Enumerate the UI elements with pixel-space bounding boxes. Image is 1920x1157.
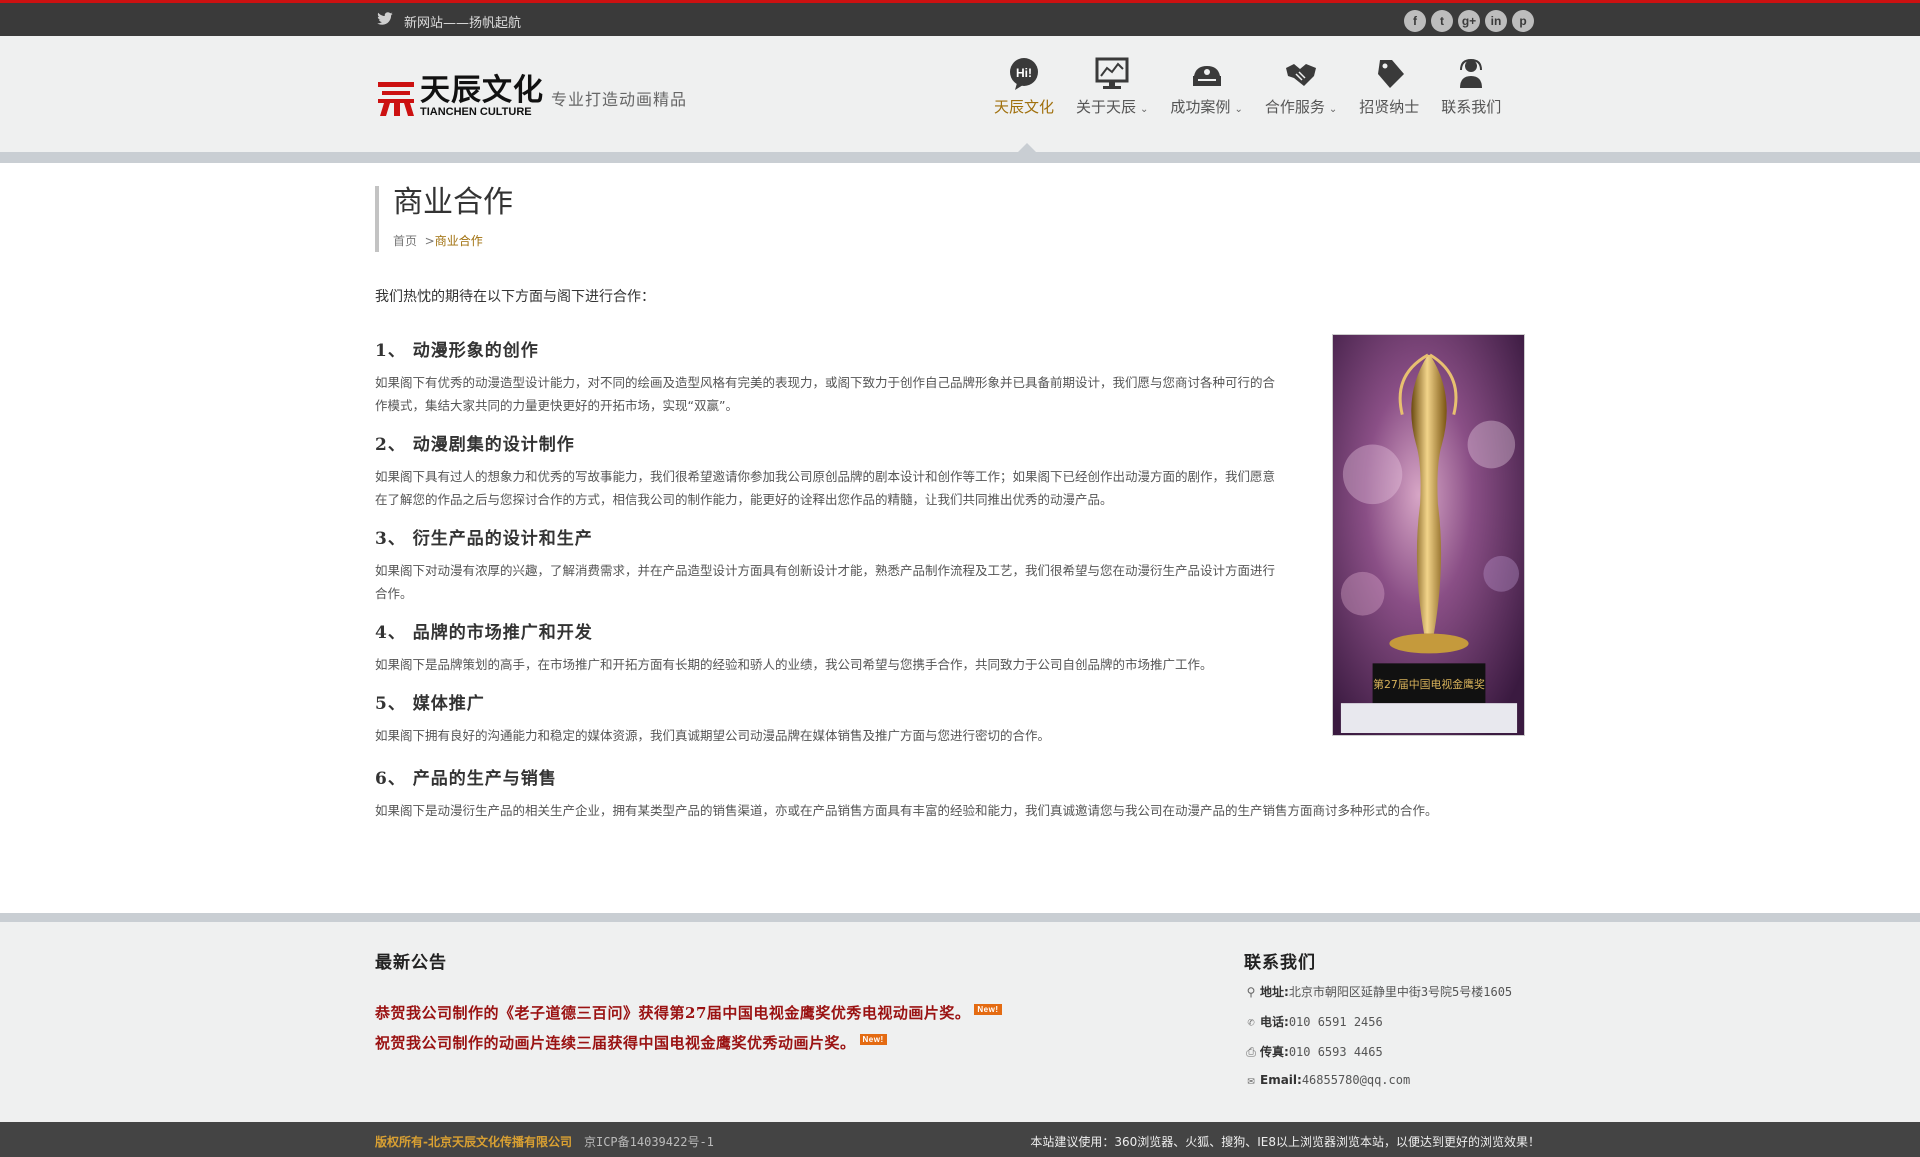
section-heading: 2、 动漫剧集的设计制作	[375, 435, 575, 455]
intro-text: 我们热忱的期待在以下方面与阁下进行合作：	[375, 289, 655, 305]
section-body: 如果阁下对动漫有浓厚的兴趣，了解消费需求，并在产品造型设计方面具有创新设计才能，…	[375, 563, 1276, 601]
cooperation-section: 2、 动漫剧集的设计制作 如果阁下具有过人的想象力和优秀的写故事能力，我们很希望…	[375, 430, 1287, 511]
section-body: 如果阁下拥有良好的沟通能力和稳定的媒体资源，我们真诚期望公司动漫品牌在媒体销售及…	[375, 728, 1051, 743]
twitter-icon[interactable]: t	[1431, 10, 1453, 32]
google-plus-icon[interactable]: g+	[1458, 10, 1480, 32]
chevron-down-icon: ⌄	[1328, 104, 1338, 115]
cooperation-section: 6、 产品的生产与销售 如果阁下是动漫衍生产品的相关生产企业，拥有某类型产品的销…	[375, 764, 1535, 822]
copyright-bar: 版权所有-北京天辰文化传播有限公司 京ICP备14039422号-1 本站建议使用…	[0, 1122, 1920, 1157]
cooperation-section: 3、 衍生产品的设计和生产 如果阁下对动漫有浓厚的兴趣，了解消费需求，并在产品造…	[375, 524, 1287, 605]
section-heading: 4、 品牌的市场推广和开发	[375, 623, 593, 643]
cooperation-section: 5、 媒体推广 如果阁下拥有良好的沟通能力和稳定的媒体资源，我们真诚期望公司动漫…	[375, 689, 1287, 747]
twitter-icon	[377, 12, 393, 25]
email-link[interactable]: 46855780@qq.com	[1302, 1073, 1410, 1087]
operator-icon	[1460, 58, 1483, 88]
chevron-down-icon: ⌄	[1234, 104, 1243, 115]
section-body: 如果阁下是动漫衍生产品的相关生产企业，拥有某类型产品的销售渠道，亦或在产品销售方…	[375, 803, 1438, 818]
handshake-icon	[1286, 64, 1317, 86]
footer-divider	[0, 913, 1920, 922]
golden-eagle-award-trophy-image: 第27届中国电视金鹰奖	[1332, 334, 1525, 736]
section-body: 如果阁下是品牌策划的高手，在市场推广和开拓方面有长期的经验和骄人的业绩，我公司希…	[375, 657, 1213, 672]
social-links: f t g+ in p	[1404, 10, 1534, 32]
contact-fax: ⎙ 传真:010 6593 4465	[1244, 1043, 1383, 1060]
phone-icon: ✆	[1247, 1015, 1255, 1029]
linkedin-icon[interactable]: in	[1485, 10, 1507, 32]
site-logo[interactable]: 天辰文化 TIANCHEN CULTURE	[376, 76, 544, 118]
news-item[interactable]: 祝贺我公司制作的动画片连续三届获得中国电视金鹰奖优秀动画片奖。 New!	[375, 1032, 887, 1053]
icp-license[interactable]: 京ICP备14039422号-1	[584, 1135, 714, 1149]
section-heading: 1、 动漫形象的创作	[375, 341, 539, 361]
site-footer: 最新公告 恭贺我公司制作的《老子道德三百问》获得第27届中国电视金鹰奖优秀电视动…	[0, 922, 1920, 1122]
copyright-text: 版权所有-北京天辰文化传播有限公司 京ICP备14039422号-1	[375, 1135, 714, 1149]
header-divider	[0, 143, 1920, 163]
page-title: 商业合作	[393, 185, 513, 220]
cooperation-section: 1、 动漫形象的创作 如果阁下有优秀的动漫造型设计能力，对不同的绘画及造型风格有…	[375, 336, 1287, 417]
logo-mark-icon	[378, 82, 414, 116]
breadcrumb-home-link[interactable]: 首页	[393, 234, 417, 248]
nav-item-cases[interactable]: 成功案例 ⌄	[1170, 56, 1243, 117]
section-heading: 3、 衍生产品的设计和生产	[375, 529, 593, 549]
mail-icon: ✉	[1247, 1073, 1255, 1087]
site-header: 天辰文化 TIANCHEN CULTURE 专业打造动画精品 Hi! 天辰文化 …	[0, 36, 1920, 152]
logo-english-name: TIANCHEN CULTURE	[420, 106, 532, 118]
contact-address: ⚲ 地址:北京市朝阳区延静里中街3号院5号楼1605	[1244, 983, 1513, 1000]
pinterest-icon[interactable]: p	[1512, 10, 1534, 32]
breadcrumb: 首页 >商业合作	[393, 232, 513, 249]
nav-item-services[interactable]: 合作服务 ⌄	[1265, 56, 1337, 117]
svg-text:Hi!: Hi!	[1016, 66, 1032, 80]
active-nav-pointer	[1017, 143, 1037, 153]
trophy-caption: 第27届中国电视金鹰奖	[1373, 677, 1485, 691]
news-item[interactable]: 恭贺我公司制作的《老子道德三百问》获得第27届中国电视金鹰奖优秀电视动画片奖。 N…	[375, 1002, 1002, 1023]
monitor-chart-icon	[1095, 57, 1129, 89]
fax-icon: ⎙	[1246, 1045, 1256, 1059]
new-badge: New!	[859, 1034, 887, 1045]
contact-phone: ✆ 电话:010 6591 2456	[1244, 1013, 1382, 1030]
section-heading: 6、 产品的生产与销售	[375, 769, 557, 789]
facebook-icon[interactable]: f	[1404, 10, 1426, 32]
nav-item-contact[interactable]: 联系我们	[1441, 56, 1501, 117]
contact-email: ✉ Email:46855780@qq.com	[1244, 1073, 1410, 1087]
nav-item-careers[interactable]: 招贤纳士	[1359, 56, 1419, 117]
cash-register-icon	[1192, 66, 1221, 86]
new-badge: New!	[974, 1004, 1002, 1015]
cooperation-section: 4、 品牌的市场推广和开发 如果阁下是品牌策划的高手，在市场推广和开拓方面有长期…	[375, 618, 1287, 676]
site-news-ticker: 新网站——扬帆起航	[404, 16, 522, 31]
logo-chinese-name: 天辰文化	[420, 73, 544, 108]
page-heading: 商业合作 首页 >商业合作	[375, 186, 513, 252]
section-body: 如果阁下具有过人的想象力和优秀的写故事能力，我们很希望邀请你参加我公司原创品牌的…	[375, 469, 1276, 507]
nav-item-home[interactable]: Hi! 天辰文化	[994, 56, 1054, 117]
chevron-down-icon: ⌄	[1140, 104, 1149, 115]
section-heading: 5、 媒体推广	[375, 694, 485, 714]
top-bar: 新网站——扬帆起航 f t g+ in p	[0, 0, 1920, 36]
main-nav: Hi! 天辰文化 关于天辰 ⌄ 成功案例 ⌄ 合作服务 ⌄ 招贤纳士 联系我们	[994, 56, 1523, 117]
breadcrumb-separator: >	[424, 234, 435, 248]
tag-icon	[1378, 60, 1405, 88]
site-slogan: 专业打造动画精品	[551, 90, 688, 109]
hi-bubble-icon: Hi!	[1010, 58, 1038, 90]
breadcrumb-current: 商业合作	[434, 234, 483, 248]
section-body: 如果阁下有优秀的动漫造型设计能力，对不同的绘画及造型风格有完美的表现力，或阁下致…	[375, 375, 1276, 413]
contact-heading: 联系我们	[1244, 953, 1316, 973]
nav-item-about[interactable]: 关于天辰 ⌄	[1076, 56, 1148, 117]
news-heading: 最新公告	[375, 953, 447, 973]
browser-notice: 本站建议使用：360浏览器、火狐、搜狗、IE8以上浏览器浏览本站，以便达到更好的…	[1030, 1135, 1540, 1149]
map-pin-icon: ⚲	[1246, 985, 1256, 999]
